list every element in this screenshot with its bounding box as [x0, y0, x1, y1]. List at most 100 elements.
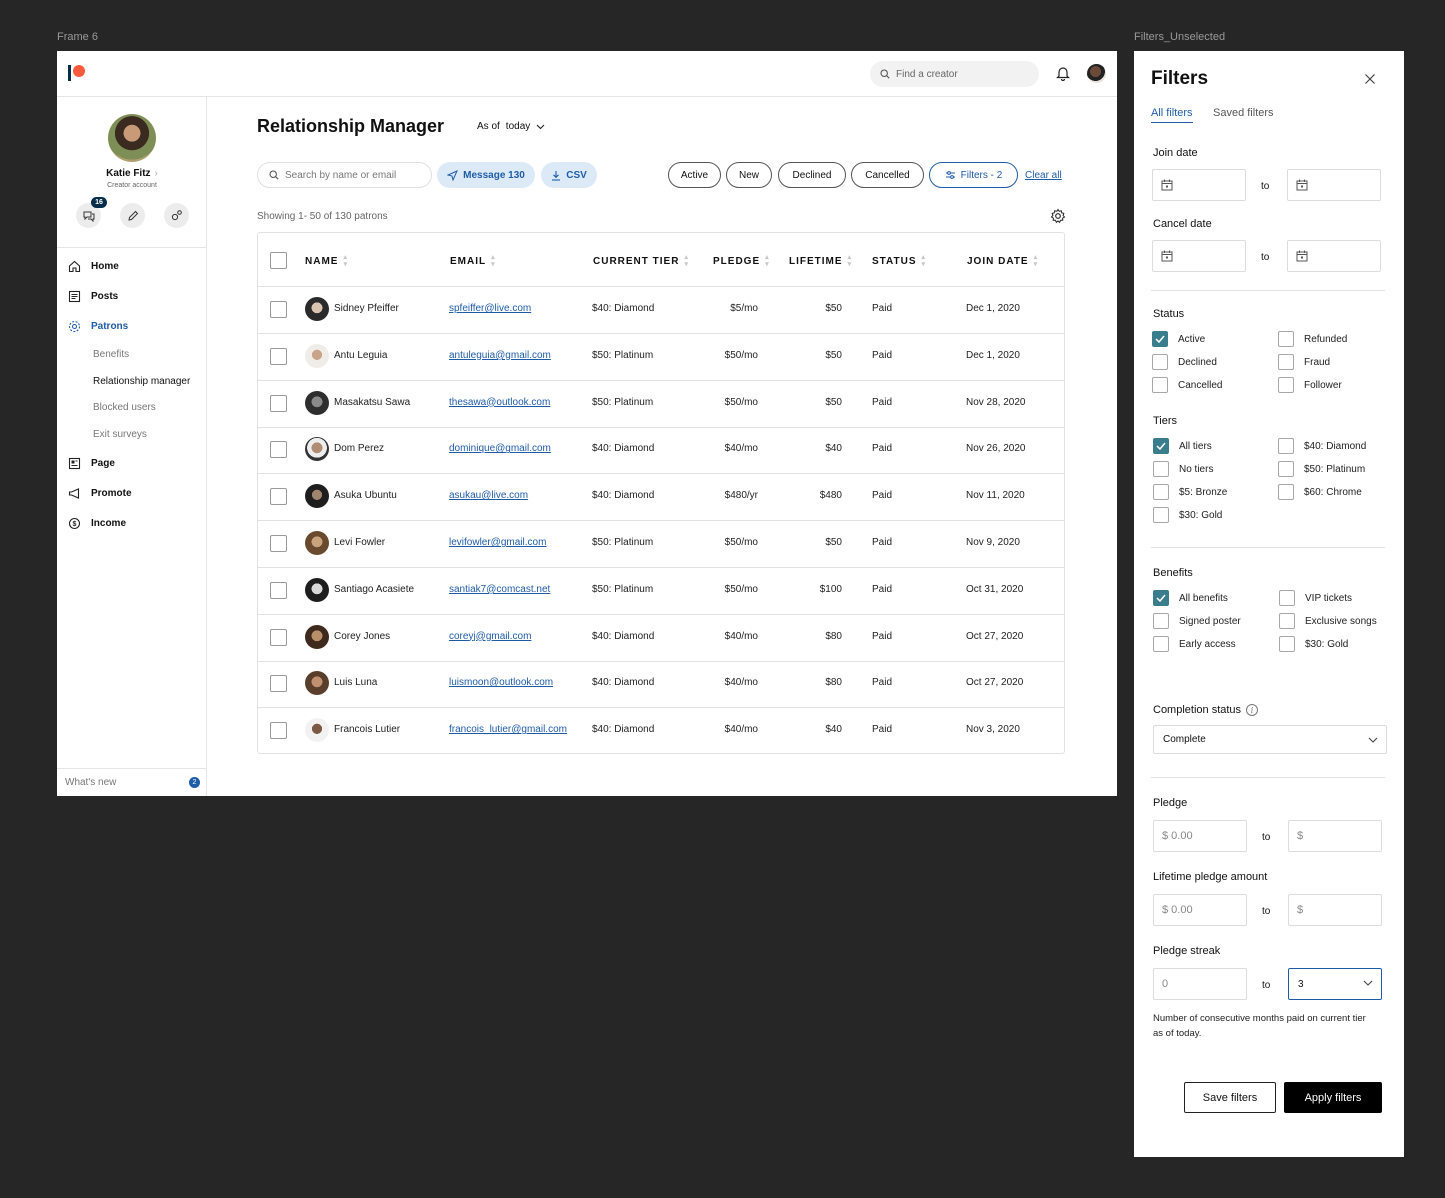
patron-name[interactable]: Antu Leguia: [334, 350, 387, 361]
row-checkbox[interactable]: [270, 488, 287, 506]
table-row[interactable]: Sidney Pfeiffer spfeiffer@live.com $40: Di…: [258, 287, 1064, 334]
patron-name[interactable]: Sidney Pfeiffer: [334, 303, 399, 314]
patron-email[interactable]: santiak7@comcast.net: [449, 584, 550, 595]
settings-button[interactable]: [164, 203, 189, 228]
row-checkbox[interactable]: [270, 628, 287, 646]
tiers-option-50-platinum[interactable]: $50: Platinum: [1278, 461, 1365, 477]
pledge-max-input[interactable]: $: [1288, 820, 1382, 852]
status-option-cancelled[interactable]: Cancelled: [1152, 377, 1222, 393]
checkbox[interactable]: [1153, 636, 1169, 652]
tiers-option-no-tiers[interactable]: No tiers: [1153, 461, 1213, 477]
patron-email[interactable]: thesawa@outlook.com: [449, 397, 550, 408]
row-checkbox[interactable]: [270, 441, 287, 459]
checkbox[interactable]: [1152, 354, 1168, 370]
chip-cancelled[interactable]: Cancelled: [851, 162, 924, 188]
chip-declined[interactable]: Declined: [778, 162, 846, 188]
close-icon[interactable]: [1364, 73, 1376, 85]
table-row[interactable]: Luis Luna luismoon@outlook.com $40: Diamon…: [258, 661, 1064, 709]
csv-button[interactable]: CSV: [541, 162, 597, 188]
sidebar-subitem-exit-surveys[interactable]: Exit surveys: [93, 429, 147, 440]
tiers-option-60-chrome[interactable]: $60: Chrome: [1278, 484, 1362, 500]
clear-all-link[interactable]: Clear all: [1025, 170, 1062, 181]
messages-button[interactable]: 16: [76, 197, 107, 228]
streak-min-input[interactable]: 0: [1153, 968, 1247, 1000]
benefits-option-early-access[interactable]: Early access: [1153, 636, 1236, 652]
column-header-email[interactable]: EMAIL ▴ ▾: [450, 254, 496, 268]
patron-name[interactable]: Corey Jones: [334, 631, 390, 642]
checkbox[interactable]: [1279, 590, 1295, 606]
join-date-from-input[interactable]: [1152, 169, 1246, 201]
sidebar-subitem-blocked-users[interactable]: Blocked users: [93, 402, 156, 413]
gear-icon[interactable]: [1050, 208, 1066, 224]
patron-email[interactable]: spfeiffer@live.com: [449, 303, 531, 314]
sidebar-subitem-benefits[interactable]: Benefits: [93, 349, 129, 360]
column-header-status[interactable]: STATUS ▴ ▾: [872, 254, 926, 268]
find-creator-search[interactable]: Find a creator: [870, 61, 1039, 87]
status-option-active[interactable]: Active: [1152, 331, 1205, 347]
sidebar-item-posts[interactable]: Posts: [68, 290, 118, 303]
tab-all-filters[interactable]: All filters: [1151, 107, 1193, 123]
sidebar-item-promote[interactable]: Promote: [68, 487, 132, 500]
tiers-option-40-diamond[interactable]: $40: Diamond: [1278, 438, 1366, 454]
checkbox[interactable]: [1153, 484, 1169, 500]
checkbox[interactable]: [1153, 613, 1169, 629]
edit-button[interactable]: [120, 203, 145, 228]
filters-button[interactable]: Filters - 2: [929, 162, 1018, 188]
info-icon[interactable]: i: [1246, 704, 1259, 717]
checkbox[interactable]: [1153, 461, 1169, 477]
status-option-fraud[interactable]: Fraud: [1278, 354, 1330, 370]
as-of-dropdown[interactable]: As of today: [477, 121, 545, 132]
checkbox[interactable]: [1278, 331, 1294, 347]
table-row[interactable]: Francois Lutier francois_lutier@gmail.com…: [258, 708, 1064, 755]
patron-search-input[interactable]: Search by name or email: [257, 162, 432, 188]
checkbox[interactable]: [1278, 377, 1294, 393]
apply-filters-button[interactable]: Apply filters: [1284, 1082, 1382, 1113]
row-checkbox[interactable]: [270, 675, 287, 693]
status-option-refunded[interactable]: Refunded: [1278, 331, 1347, 347]
checkbox-checked[interactable]: [1153, 438, 1169, 454]
row-checkbox[interactable]: [270, 581, 287, 599]
benefits-option-exclusive-songs[interactable]: Exclusive songs: [1279, 613, 1377, 629]
lifetime-max-input[interactable]: $: [1288, 894, 1382, 926]
table-row[interactable]: Corey Jones coreyj@gmail.com $40: Diamond $…: [258, 615, 1064, 662]
status-option-follower[interactable]: Follower: [1278, 377, 1342, 393]
tab-saved-filters[interactable]: Saved filters: [1213, 107, 1274, 119]
save-filters-button[interactable]: Save filters: [1184, 1082, 1276, 1113]
column-header-pledge[interactable]: PLEDGE ▴ ▾: [713, 254, 770, 268]
chip-new[interactable]: New: [726, 162, 772, 188]
checkbox[interactable]: [1279, 636, 1295, 652]
checkbox[interactable]: [1278, 438, 1294, 454]
checkbox[interactable]: [1152, 377, 1168, 393]
patron-name[interactable]: Masakatsu Sawa: [334, 397, 410, 408]
sidebar-subitem-relationship-manager[interactable]: Relationship manager: [93, 376, 190, 387]
table-row[interactable]: Antu Leguia antuleguia@gmail.com $50: Plat…: [258, 334, 1064, 381]
patron-name[interactable]: Levi Fowler: [334, 537, 385, 548]
join-date-to-input[interactable]: [1287, 169, 1381, 201]
cancel-date-from-input[interactable]: [1152, 240, 1246, 272]
completion-status-select[interactable]: Complete: [1153, 725, 1387, 754]
row-checkbox[interactable]: [270, 535, 287, 552]
column-header-lifetime[interactable]: LIFETIME ▴ ▾: [789, 254, 852, 268]
row-checkbox[interactable]: [270, 394, 287, 412]
benefits-option-signed-poster[interactable]: Signed poster: [1153, 613, 1241, 629]
table-row[interactable]: Dom Perez dominique@gmail.com $40: Diamond…: [258, 427, 1064, 475]
profile-avatar[interactable]: [108, 114, 156, 162]
patron-name[interactable]: Asuka Ubuntu: [334, 490, 397, 501]
benefits-option-all-benefits[interactable]: All benefits: [1153, 590, 1228, 606]
sidebar-item-income[interactable]: $ Income: [68, 517, 126, 530]
patron-email[interactable]: dominique@gmail.com: [449, 443, 551, 454]
sidebar-item-page[interactable]: Page: [68, 457, 115, 470]
checkbox[interactable]: [1279, 613, 1295, 629]
user-avatar[interactable]: [1087, 64, 1106, 83]
checkbox[interactable]: [1153, 507, 1169, 523]
select-all-checkbox[interactable]: [270, 252, 287, 269]
patron-email[interactable]: antuleguia@gmail.com: [449, 350, 551, 361]
streak-max-select[interactable]: 3: [1288, 968, 1382, 1000]
checkbox[interactable]: [1278, 461, 1294, 477]
tiers-option-all-tiers[interactable]: All tiers: [1153, 438, 1212, 454]
patron-name[interactable]: Francois Lutier: [334, 724, 400, 735]
row-checkbox[interactable]: [270, 347, 287, 365]
sidebar-item-patrons[interactable]: Patrons: [68, 320, 128, 333]
profile-name-link[interactable]: Katie Fitz ›: [57, 168, 207, 179]
row-checkbox[interactable]: [270, 301, 287, 318]
